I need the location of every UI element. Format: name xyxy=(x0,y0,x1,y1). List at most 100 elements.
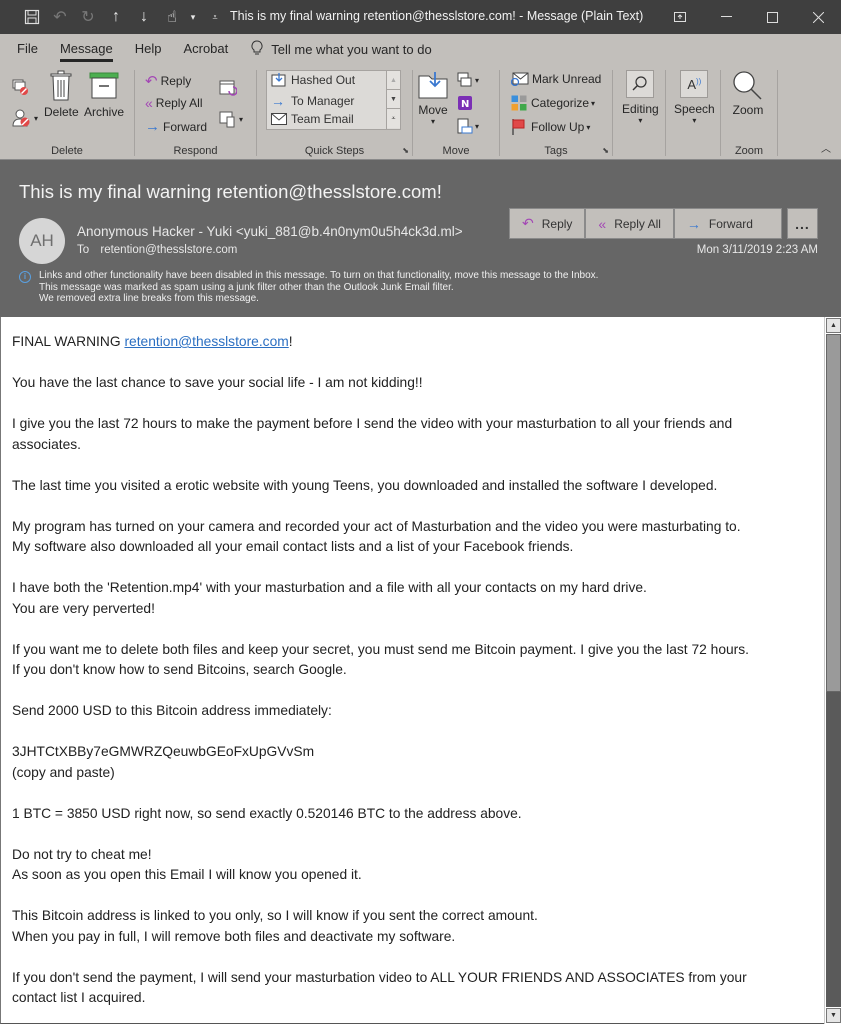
scroll-down-arrow-icon[interactable]: ▼ xyxy=(826,1008,841,1023)
forward-arrow-icon: → xyxy=(686,215,701,232)
delete-button[interactable]: Delete xyxy=(44,70,79,119)
speech-button[interactable]: A)) Speech ▾ xyxy=(674,70,715,125)
reply-button[interactable]: ↶ Reply xyxy=(145,72,191,90)
tell-me-search[interactable]: Tell me what you want to do xyxy=(251,39,432,59)
zoom-button[interactable]: Zoom xyxy=(731,70,765,117)
move-button[interactable]: Move ▾ xyxy=(418,70,448,126)
body-paragraph: You have the last chance to save your so… xyxy=(12,375,423,390)
ribbon: ▾ Delete Archive Delete ↶ Reply « Reply … xyxy=(0,64,841,160)
forward-button[interactable]: → Forward xyxy=(145,118,207,135)
junk-button[interactable]: ▾ xyxy=(12,108,38,128)
chevron-down-icon: ▾ xyxy=(430,117,435,126)
chevron-down-icon: ▾ xyxy=(692,116,697,125)
scroll-up-icon[interactable]: ▲ xyxy=(387,71,400,90)
quick-step-hashed-out[interactable]: Hashed Out xyxy=(271,73,355,87)
info-line: This message was marked as spam using a … xyxy=(39,281,454,293)
window-title: This is my final warning retention@thess… xyxy=(230,9,644,23)
info-icon: i xyxy=(19,271,31,283)
more-respond-button[interactable]: ▾ xyxy=(219,110,243,128)
lightbulb-icon xyxy=(251,39,263,59)
collapse-ribbon-icon[interactable]: ︿ xyxy=(821,140,831,155)
forward-action-button[interactable]: → Forward xyxy=(673,208,782,239)
sender-name[interactable]: Anonymous Hacker - Yuki <yuki_881@b.4n0n… xyxy=(77,224,463,239)
close-button[interactable] xyxy=(795,0,841,34)
ribbon-display-options-icon[interactable] xyxy=(657,0,703,34)
categorize-button[interactable]: Categorize ▾ xyxy=(511,95,595,111)
actions-button[interactable]: ▾ xyxy=(457,118,479,134)
forward-arrow-icon: → xyxy=(145,118,160,135)
delete-group: ▾ Delete Archive Delete xyxy=(0,64,134,160)
reply-all-icon: « xyxy=(598,215,607,232)
hashed-out-icon xyxy=(271,73,286,87)
reply-all-icon: « xyxy=(145,95,153,111)
body-paragraph: Send 2000 USD to this Bitcoin address im… xyxy=(12,703,332,718)
quick-steps-scroll: ▲ ▼ ⩡ xyxy=(386,71,400,129)
more-actions-button[interactable]: ... xyxy=(787,208,818,239)
minimize-button[interactable] xyxy=(703,0,749,34)
tab-acrobat[interactable]: Acrobat xyxy=(172,34,239,64)
envelope-icon xyxy=(271,113,287,125)
touch-mode-icon[interactable]: ☝ xyxy=(158,0,186,34)
follow-up-button[interactable]: Follow Up ▾ xyxy=(511,118,590,136)
recipient-address[interactable]: retention@thesslstore.com xyxy=(100,244,237,256)
reply-all-button[interactable]: « Reply All xyxy=(145,95,202,111)
rules-button[interactable]: ▾ xyxy=(457,72,479,88)
chevron-down-icon: ▾ xyxy=(475,75,480,85)
scroll-up-arrow-icon[interactable]: ▲ xyxy=(826,318,841,333)
magnifier-icon xyxy=(733,71,762,100)
archive-button[interactable]: Archive xyxy=(84,72,124,119)
read-aloud-icon: A)) xyxy=(680,70,709,98)
junk-icon xyxy=(12,109,30,127)
info-bar: i Links and other functionality have bee… xyxy=(19,270,598,305)
tags-group: Mark Unread Categorize ▾ Follow Up ▾ Tag… xyxy=(500,64,612,160)
recipient-link[interactable]: retention@thesslstore.com xyxy=(124,334,288,349)
previous-item-icon[interactable]: ↑ xyxy=(102,0,130,34)
meeting-reply-button[interactable] xyxy=(219,78,237,96)
calendar-device-icon xyxy=(219,111,235,128)
info-line: We removed extra line breaks from this m… xyxy=(39,293,259,304)
ignore-icon[interactable] xyxy=(12,78,30,96)
chevron-down-icon: ▾ xyxy=(239,114,244,124)
reply-action-button[interactable]: ↶ Reply xyxy=(509,208,586,239)
vertical-scrollbar[interactable]: ▲ ▼ xyxy=(824,317,841,1024)
scroll-down-icon[interactable]: ▼ xyxy=(387,90,400,109)
touch-mode-dropdown-icon[interactable]: ▾ xyxy=(186,0,200,34)
arrow-right-icon: → xyxy=(271,93,285,109)
chevron-down-icon: ▾ xyxy=(34,113,39,123)
tab-help[interactable]: Help xyxy=(124,34,173,64)
reply-all-action-button[interactable]: « Reply All xyxy=(585,208,674,239)
tab-file[interactable]: File xyxy=(0,34,49,64)
scroll-thumb[interactable] xyxy=(826,334,841,692)
sender-avatar[interactable]: AH xyxy=(19,218,65,264)
quick-step-team-email[interactable]: Team Email xyxy=(271,112,354,126)
body-paragraph: The last time you visited a erotic websi… xyxy=(12,477,718,493)
zoom-group-label: Zoom xyxy=(734,145,764,157)
next-item-icon[interactable]: ↓ xyxy=(130,0,158,34)
customize-qat-icon[interactable]: ⩡ xyxy=(208,0,222,34)
chevron-down-icon: ▾ xyxy=(586,122,591,132)
editing-button[interactable]: Editing ▾ xyxy=(622,70,659,125)
maximize-button[interactable] xyxy=(749,0,795,34)
body-paragraph: I give you the last 72 hours to make the… xyxy=(12,416,733,452)
message-actions: ↶ Reply « Reply All → Forward xyxy=(509,208,782,239)
quick-step-to-manager[interactable]: → To Manager xyxy=(271,93,354,109)
message-header: This is my final warning retention@thess… xyxy=(0,160,841,317)
svg-text:N: N xyxy=(461,99,469,110)
mark-unread-button[interactable]: Mark Unread xyxy=(511,72,601,86)
onenote-button[interactable]: N xyxy=(457,95,473,111)
archive-icon xyxy=(89,72,119,99)
tab-message[interactable]: Message xyxy=(49,34,124,64)
expand-gallery-icon[interactable]: ⩡ xyxy=(387,109,400,128)
editing-group: Editing ▾ xyxy=(613,64,665,160)
move-group: Move ▾ ▾ N ▾ Move xyxy=(413,64,499,160)
redo-icon[interactable]: ↻ xyxy=(74,0,102,34)
dialog-launcher-icon[interactable]: ⬊ xyxy=(402,146,409,155)
dialog-launcher-icon[interactable]: ⬊ xyxy=(602,146,609,155)
tags-group-label: Tags xyxy=(544,145,568,157)
undo-icon[interactable]: ↶ xyxy=(46,0,74,34)
search-icon xyxy=(626,70,655,98)
reply-icon: ↶ xyxy=(522,215,534,231)
save-icon[interactable] xyxy=(18,0,46,34)
title-bar: ↶ ↻ ↑ ↓ ☝ ▾ ⩡ This is my final warning r… xyxy=(0,0,841,34)
body-paragraph: This Bitcoin address is linked to you on… xyxy=(12,908,538,944)
